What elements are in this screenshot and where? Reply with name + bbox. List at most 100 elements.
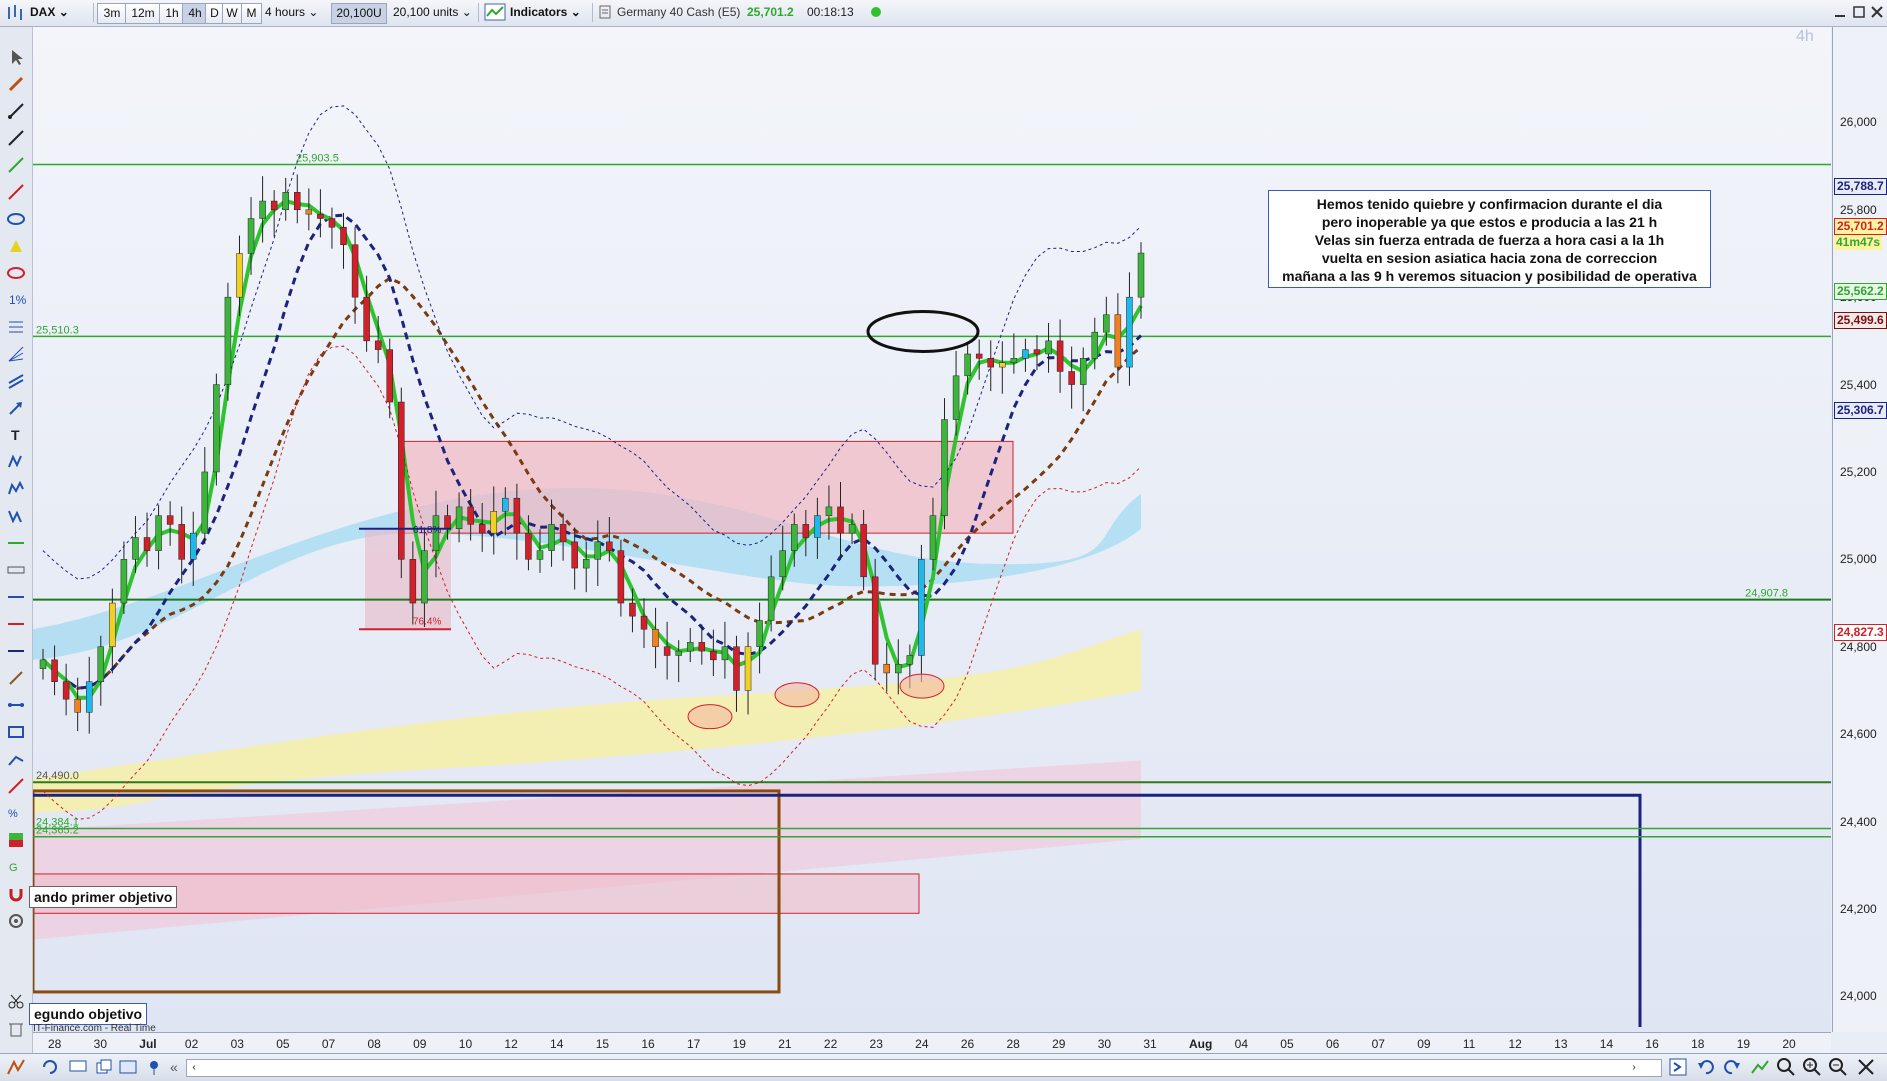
layers-icon[interactable] [94, 1058, 114, 1079]
candle [825, 506, 833, 516]
tf-12m-button[interactable]: 12m [125, 3, 161, 24]
scroll-left-icon[interactable]: ‹ [187, 1060, 201, 1076]
settings-icon[interactable] [6, 911, 26, 931]
x-tick-label: 11 [1462, 1037, 1476, 1051]
indicators-button[interactable]: Indicators ⌄ [510, 3, 588, 22]
candle [918, 559, 925, 656]
hline-tool-icon[interactable] [6, 587, 26, 607]
y-tick-label: 24,200 [1840, 901, 1877, 916]
instrument-selector[interactable]: DAX ⌄ [30, 3, 90, 22]
arrow-tool-icon[interactable] [6, 398, 26, 418]
candle [536, 550, 544, 560]
close-icon[interactable] [1869, 3, 1885, 22]
chevron-down-icon: ⌄ [308, 5, 319, 19]
zoom-out-icon[interactable] [1828, 1057, 1848, 1080]
candle [270, 200, 278, 211]
auto-scale-icon[interactable] [1856, 1057, 1876, 1080]
candle [201, 471, 209, 534]
horizontal-level-label: 24,490.0 [36, 770, 79, 782]
candle [883, 663, 890, 674]
x-tick-label: 09 [413, 1037, 427, 1051]
x-tick-label: 18 [1691, 1037, 1705, 1051]
link-icon[interactable] [118, 1058, 138, 1079]
rewind-icon[interactable]: « [170, 1059, 178, 1075]
candle [1045, 340, 1052, 355]
candle [444, 515, 451, 530]
chart-type-icon[interactable] [4, 3, 26, 22]
scroll-right-icon[interactable]: › [1627, 1060, 1641, 1076]
price-label: 25,306.7 [1834, 402, 1887, 419]
indicators-icon[interactable] [484, 3, 506, 22]
redo-icon[interactable] [1722, 1057, 1742, 1080]
elliott-tool-icon[interactable] [6, 479, 26, 499]
fibonacci-fan-icon[interactable] [6, 344, 26, 364]
undo-icon[interactable] [1696, 1057, 1716, 1080]
zoom-fit-icon[interactable] [1776, 1057, 1796, 1080]
minimize-icon[interactable] [1832, 3, 1848, 22]
gann-tool-icon[interactable] [6, 506, 26, 526]
pin-icon[interactable] [144, 1058, 164, 1079]
first-objective-label: ando primer objetivo [29, 886, 178, 908]
pattern-tool-icon[interactable] [6, 452, 26, 472]
note-line: mañana a las 9 h veremos situacion y pos… [1282, 268, 1697, 284]
x-tick-label: 05 [1280, 1037, 1294, 1051]
comment-icon[interactable] [68, 1058, 88, 1079]
alert-tool-icon[interactable]: G [6, 857, 26, 877]
candle [190, 532, 197, 560]
tf-3m-button[interactable]: 3m [97, 3, 127, 24]
chevron-down-icon: ⌄ [570, 5, 581, 19]
trendline-red-icon[interactable] [6, 182, 26, 202]
x-tick-label: 07 [321, 1037, 336, 1051]
percent-tool-icon[interactable]: 1% [6, 290, 27, 310]
candle [640, 615, 648, 630]
channel-tool-icon[interactable] [6, 371, 26, 391]
hline-navy-icon[interactable] [6, 641, 26, 661]
fibonacci-icon[interactable] [6, 317, 26, 337]
period-selector[interactable]: 4 hours ⌄ [265, 3, 327, 22]
trendline-green-icon[interactable] [6, 155, 26, 175]
scissors-icon[interactable] [6, 992, 26, 1012]
ruler-tool-icon[interactable] [6, 776, 26, 796]
candle [85, 681, 93, 713]
long-short-tool-icon[interactable] [6, 830, 26, 850]
maximize-icon[interactable] [1851, 3, 1867, 22]
text-tool-icon[interactable]: T [6, 425, 26, 445]
candle [1137, 252, 1145, 298]
rectangle-tool-icon[interactable] [6, 722, 26, 742]
x-tick-label: 12 [1508, 1037, 1522, 1051]
x-tick-label: 22 [823, 1037, 838, 1051]
horizontal-scrollbar[interactable]: ‹ › [186, 1059, 1662, 1077]
units-button[interactable]: 20,100U [331, 3, 387, 24]
circle-tool-icon[interactable] [6, 263, 26, 283]
units-label: 20,100 units [393, 5, 459, 19]
tf-m-button[interactable]: M [241, 3, 262, 24]
range-tool-icon[interactable] [6, 695, 26, 715]
ray-tool-icon[interactable] [6, 128, 26, 148]
candle [282, 192, 289, 211]
pencil-icon[interactable] [6, 74, 26, 94]
highlighter-icon[interactable] [6, 236, 26, 256]
chart-plot-area[interactable]: 25,903.5 25,510.3 24,907.8 24,490.0 24,384.1… [31, 27, 1831, 1032]
compare-tool-icon[interactable]: % [6, 803, 26, 823]
compare-icon[interactable] [1750, 1057, 1770, 1080]
projection-tool-icon[interactable] [6, 749, 26, 769]
x-tick-label: 26 [960, 1037, 975, 1051]
zoom-in-icon[interactable] [1802, 1057, 1822, 1080]
delete-drawings-icon[interactable] [6, 1019, 26, 1039]
measure-tool-icon[interactable] [6, 560, 26, 580]
tf-w-button[interactable]: W [222, 3, 242, 24]
undo-drawing-icon[interactable] [40, 1058, 60, 1079]
svg-text:G: G [9, 862, 18, 874]
magnet-icon[interactable] [6, 884, 26, 904]
go-end-icon[interactable] [1668, 1057, 1688, 1080]
brush-icon[interactable] [6, 668, 26, 688]
hline-green-icon[interactable] [6, 533, 26, 553]
draw-icon[interactable] [6, 1058, 26, 1079]
units-selector[interactable]: 20,100 units ⌄ [393, 3, 475, 22]
cursor-icon[interactable] [6, 47, 26, 67]
line-tool-icon[interactable] [6, 101, 26, 121]
ellipse-tool-icon[interactable] [6, 209, 26, 229]
hline-red-icon[interactable] [6, 614, 26, 634]
horizontal-level-label: 25,903.5 [296, 153, 339, 165]
x-tick-label: 19 [732, 1037, 746, 1051]
